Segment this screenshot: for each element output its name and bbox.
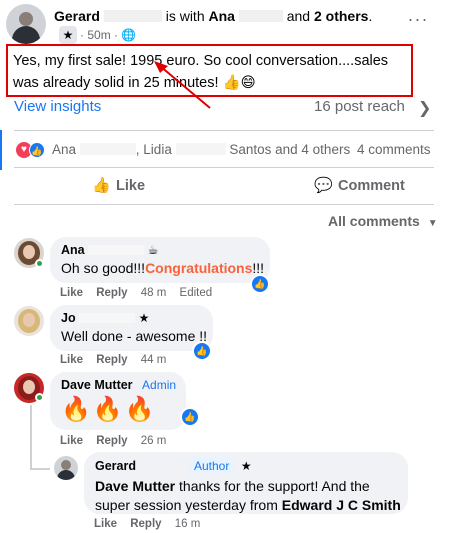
online-status — [35, 393, 44, 402]
redacted-text — [88, 245, 145, 255]
more-dots-icon[interactable]: ··· — [404, 10, 432, 32]
edited-label: Edited — [179, 287, 213, 299]
redacted-text — [103, 10, 162, 22]
post-author-name[interactable]: Gerard — [54, 8, 100, 24]
comment-time[interactable]: 16 m — [175, 518, 201, 530]
avatar-body — [12, 26, 40, 44]
commenter-name[interactable]: Dave Mutter — [61, 378, 133, 392]
tagged-person[interactable]: Ana — [209, 8, 235, 24]
tagged-others[interactable]: 2 others — [314, 8, 368, 24]
like-reaction-icon[interactable]: 👍 — [252, 276, 268, 292]
avatar-face — [19, 12, 33, 26]
coffee-icon: ☕ — [147, 243, 159, 257]
like-reaction-icon[interactable]: 👍 — [182, 409, 198, 425]
comment-bubble: Gerard Author ★ Dave Mutter thanks for t… — [84, 452, 408, 514]
commenter-name[interactable]: Gerard — [95, 459, 136, 473]
avatar-body — [57, 470, 75, 480]
comments-count[interactable]: 4 comments — [357, 142, 431, 157]
redacted-text — [238, 10, 283, 22]
thumbs-up-icon: 👍 — [92, 177, 111, 194]
like-button[interactable]: 👍 Like — [92, 176, 145, 194]
comment-actions: Like Reply 26 m — [60, 435, 176, 447]
commenter-name[interactable]: Ana — [61, 243, 85, 257]
avatar-face — [61, 460, 71, 470]
comment-time[interactable]: 44 m — [141, 354, 167, 366]
divider — [14, 167, 434, 168]
comment-actions: Like Reply 44 m — [60, 354, 176, 366]
reply-link[interactable]: Reply — [96, 287, 127, 299]
online-status — [35, 259, 44, 268]
comment-bubble: Dave Mutter Admin 🔥🔥🔥 — [50, 372, 186, 430]
thread-line — [30, 405, 32, 469]
avatar-face — [23, 313, 35, 327]
author-avatar[interactable] — [6, 4, 46, 44]
reaction-names[interactable]: Ana , Lidia Santos and 4 others — [52, 142, 350, 157]
and-text: and — [286, 8, 311, 24]
like-link[interactable]: Like — [94, 518, 117, 530]
mention-link[interactable]: Dave Mutter — [95, 478, 175, 494]
highlighted-word: Congratulations — [145, 260, 253, 276]
avatar[interactable] — [14, 306, 44, 336]
comment-text: 🔥🔥🔥 — [61, 396, 157, 423]
reply-link[interactable]: Reply — [130, 518, 161, 530]
divider — [14, 130, 434, 131]
like-link[interactable]: Like — [60, 354, 83, 366]
star-icon: ★ — [138, 311, 150, 325]
post-reach[interactable]: 16 post reach — [314, 98, 405, 115]
author-badge: Author — [188, 458, 235, 474]
caret-down-icon: ▼ — [427, 218, 438, 229]
accent-bar — [0, 130, 2, 170]
thread-line — [30, 468, 50, 470]
comment-bubble: Jo ★ Well done - awesome !! — [50, 305, 213, 351]
speech-bubble-icon: 💬 — [314, 177, 333, 194]
globe-icon: 🌐 — [121, 28, 137, 42]
avatar-face — [23, 380, 35, 394]
chevron-right-icon[interactable]: ❯ — [418, 98, 431, 118]
commenter-name[interactable]: Jo — [61, 311, 76, 325]
post-author-line: Gerard is with Ana and 2 others. — [54, 8, 373, 24]
post-header: Gerard is with Ana and 2 others. ★ · 50m… — [0, 0, 450, 44]
mention-link[interactable]: Edward J C Smith — [282, 497, 401, 513]
comment-time[interactable]: 48 m — [141, 287, 167, 299]
reactions-row[interactable]: ♥ 👍 Ana , Lidia Santos and 4 others 4 co… — [16, 141, 436, 159]
comment-bubble: Ana ☕ Oh so good!!!Congratulations!!! — [50, 237, 270, 283]
comment-text: Well done - awesome !! — [61, 328, 208, 344]
comment-time[interactable]: 26 m — [141, 435, 167, 447]
divider — [14, 204, 434, 205]
reply-link[interactable]: Reply — [96, 354, 127, 366]
comment-text: Oh so good!!!Congratulations!!! — [61, 260, 265, 276]
redacted-text — [175, 143, 226, 155]
post-meta: · 50m · 🌐 — [80, 28, 137, 42]
post-time[interactable]: 50m — [87, 28, 110, 42]
comment-button[interactable]: 💬 Comment — [314, 176, 405, 194]
comment-actions: Like Reply 16 m — [94, 518, 210, 530]
with-text: is with — [165, 8, 205, 24]
view-insights-link[interactable]: View insights — [14, 98, 101, 115]
like-reaction-icon[interactable]: 👍 — [194, 343, 210, 359]
like-link[interactable]: Like — [60, 287, 83, 299]
star-icon: ★ — [240, 459, 252, 473]
comment-text: Dave Mutter thanks for the support! And … — [95, 478, 401, 513]
like-link[interactable]: Like — [60, 435, 83, 447]
like-reaction-icon: 👍 — [29, 142, 45, 158]
comment-actions: Like Reply 48 m Edited — [60, 287, 222, 299]
all-comments-filter[interactable]: All comments ▼ — [328, 213, 438, 229]
annotation-arrow — [154, 61, 211, 109]
admin-badge: Admin — [142, 378, 177, 392]
redacted-text — [79, 313, 136, 323]
reply-link[interactable]: Reply — [96, 435, 127, 447]
avatar[interactable] — [54, 456, 78, 480]
redacted-text — [79, 143, 136, 155]
avatar-face — [23, 245, 35, 259]
star-icon: ★ — [59, 26, 77, 44]
